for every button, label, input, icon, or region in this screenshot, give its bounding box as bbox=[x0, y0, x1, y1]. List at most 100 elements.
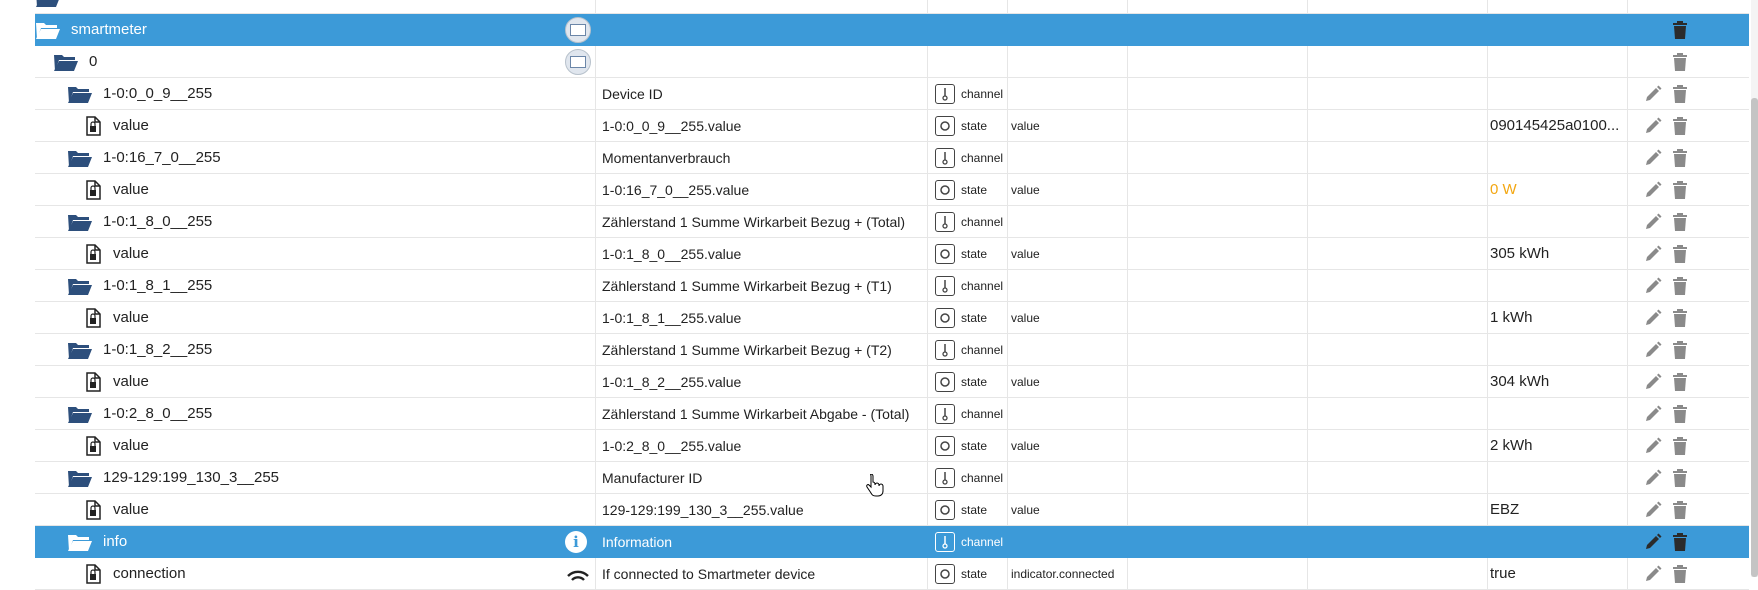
delete-icon[interactable] bbox=[1672, 84, 1688, 103]
role-cell: value bbox=[1007, 430, 1127, 461]
value-cell[interactable] bbox=[1487, 78, 1627, 109]
edit-icon[interactable] bbox=[1644, 213, 1662, 231]
value-cell[interactable]: 304 kWh bbox=[1487, 366, 1627, 397]
value-cell[interactable]: EBZ bbox=[1487, 494, 1627, 525]
value-cell[interactable] bbox=[1487, 270, 1627, 301]
description-cell bbox=[595, 0, 927, 13]
folder-row[interactable]: 0 bbox=[35, 46, 1749, 78]
object-name: info bbox=[103, 533, 128, 550]
delete-icon[interactable] bbox=[1672, 340, 1688, 359]
edit-icon[interactable] bbox=[1644, 437, 1662, 455]
folder-row[interactable]: 129-129:199_130_3__255 Manufacturer ID cha… bbox=[35, 462, 1749, 494]
function-cell bbox=[1307, 462, 1487, 493]
folder-row[interactable]: 1-0:1_8_1__255 Zählerstand 1 Summe Wirkar… bbox=[35, 270, 1749, 302]
edit-icon[interactable] bbox=[1644, 405, 1662, 423]
edit-icon[interactable] bbox=[1644, 469, 1662, 487]
delete-icon[interactable] bbox=[1672, 532, 1688, 551]
delete-icon[interactable] bbox=[1672, 564, 1688, 583]
pencil-glyph bbox=[1646, 437, 1662, 453]
value-cell[interactable] bbox=[1487, 206, 1627, 237]
value-cell[interactable] bbox=[1487, 334, 1627, 365]
folder-row[interactable]: 1-0:1_8_0__255 Zählerstand 1 Summe Wirkar… bbox=[35, 206, 1749, 238]
value-cell[interactable] bbox=[1487, 398, 1627, 429]
state-row[interactable]: connection If connected to Smartmeter dev… bbox=[35, 558, 1749, 590]
folder-row[interactable]: 1-0:0_0_9__255 Device ID channel bbox=[35, 78, 1749, 110]
folder-row[interactable]: info i Information channel bbox=[35, 526, 1749, 558]
delete-icon[interactable] bbox=[1672, 404, 1688, 423]
description-cell: 1-0:0_0_9__255.value bbox=[595, 110, 927, 141]
name-cell: 0DECT bbox=[35, 0, 595, 13]
value-cell[interactable] bbox=[1487, 462, 1627, 493]
delete-icon[interactable] bbox=[1672, 148, 1688, 167]
object-name: 129-129:199_130_3__255 bbox=[103, 469, 280, 486]
state-icon bbox=[935, 371, 955, 392]
pencil-glyph bbox=[1646, 245, 1662, 261]
delete-icon[interactable] bbox=[1672, 244, 1688, 263]
delete-icon[interactable] bbox=[1672, 500, 1688, 519]
type-label: channel bbox=[961, 214, 1004, 229]
delete-icon[interactable] bbox=[1672, 436, 1688, 455]
state-row[interactable]: value 1-0:16_7_0__255.value state value 0 W bbox=[35, 174, 1749, 206]
room-cell bbox=[1127, 78, 1307, 109]
edit-icon[interactable] bbox=[1644, 501, 1662, 519]
value-cell[interactable] bbox=[1487, 14, 1627, 45]
role-cell bbox=[1007, 78, 1127, 109]
state-row[interactable]: value 1-0:1_8_2__255.value state value 304 k… bbox=[35, 366, 1749, 398]
edit-icon[interactable] bbox=[1644, 117, 1662, 135]
state-row[interactable]: value 1-0:0_0_9__255.value state value 09014… bbox=[35, 110, 1749, 142]
type-label: channel bbox=[961, 534, 1004, 549]
channel-glyph bbox=[942, 151, 948, 165]
delete-icon[interactable] bbox=[1672, 308, 1688, 327]
value-cell[interactable]: 305 kWh bbox=[1487, 238, 1627, 269]
edit-icon[interactable] bbox=[1644, 85, 1662, 103]
actions-cell bbox=[1627, 398, 1749, 429]
delete-icon[interactable] bbox=[1672, 116, 1688, 135]
delete-icon[interactable] bbox=[1672, 372, 1688, 391]
folder-row[interactable]: 0DECT bbox=[35, 0, 1749, 14]
role-cell: indicator.connected bbox=[1007, 558, 1127, 589]
value-cell[interactable]: 090145425a0100... bbox=[1487, 110, 1627, 141]
delete-icon[interactable] bbox=[1672, 180, 1688, 199]
value-cell[interactable] bbox=[1487, 0, 1627, 13]
value-cell[interactable]: 2 kWh bbox=[1487, 430, 1627, 461]
room-cell bbox=[1127, 398, 1307, 429]
name-cell: value bbox=[35, 494, 595, 525]
file-lock-icon bbox=[86, 499, 101, 520]
state-row[interactable]: value 1-0:2_8_0__255.value state value 2 kWh bbox=[35, 430, 1749, 462]
description-cell: 1-0:1_8_1__255.value bbox=[595, 302, 927, 333]
value-cell[interactable] bbox=[1487, 526, 1627, 557]
edit-icon[interactable] bbox=[1644, 149, 1662, 167]
type-cell: state bbox=[927, 494, 1007, 525]
delete-icon[interactable] bbox=[1672, 52, 1688, 71]
edit-icon[interactable] bbox=[1644, 565, 1662, 583]
scrollbar-thumb[interactable] bbox=[1751, 98, 1758, 577]
edit-icon[interactable] bbox=[1644, 341, 1662, 359]
value-cell[interactable]: 1 kWh bbox=[1487, 302, 1627, 333]
folder-row[interactable]: smartmeter bbox=[35, 14, 1749, 46]
value-cell[interactable] bbox=[1487, 142, 1627, 173]
edit-icon[interactable] bbox=[1644, 533, 1662, 551]
folder-row[interactable]: 1-0:1_8_2__255 Zählerstand 1 Summe Wirkar… bbox=[35, 334, 1749, 366]
edit-icon[interactable] bbox=[1644, 245, 1662, 263]
channel-icon bbox=[935, 531, 955, 552]
state-row[interactable]: value 129-129:199_130_3__255.value state va… bbox=[35, 494, 1749, 526]
delete-icon[interactable] bbox=[1672, 20, 1688, 39]
state-row[interactable]: value 1-0:1_8_0__255.value state value 305 k… bbox=[35, 238, 1749, 270]
actions-cell bbox=[1627, 0, 1749, 13]
state-icon bbox=[935, 435, 955, 456]
value-cell[interactable]: 0 W bbox=[1487, 174, 1627, 205]
trash-glyph bbox=[1673, 148, 1687, 167]
value-cell[interactable]: true bbox=[1487, 558, 1627, 589]
edit-icon[interactable] bbox=[1644, 309, 1662, 327]
edit-icon[interactable] bbox=[1644, 373, 1662, 391]
value-cell[interactable] bbox=[1487, 46, 1627, 77]
state-row[interactable]: value 1-0:1_8_1__255.value state value 1 kWh bbox=[35, 302, 1749, 334]
edit-icon[interactable] bbox=[1644, 181, 1662, 199]
folder-row[interactable]: 1-0:2_8_0__255 Zählerstand 1 Summe Wirkar… bbox=[35, 398, 1749, 430]
delete-icon[interactable] bbox=[1672, 468, 1688, 487]
file-lock-icon bbox=[86, 243, 101, 264]
delete-icon[interactable] bbox=[1672, 212, 1688, 231]
folder-row[interactable]: 1-0:16_7_0__255 Momentanverbrauch channel bbox=[35, 142, 1749, 174]
delete-icon[interactable] bbox=[1672, 276, 1688, 295]
edit-icon[interactable] bbox=[1644, 277, 1662, 295]
